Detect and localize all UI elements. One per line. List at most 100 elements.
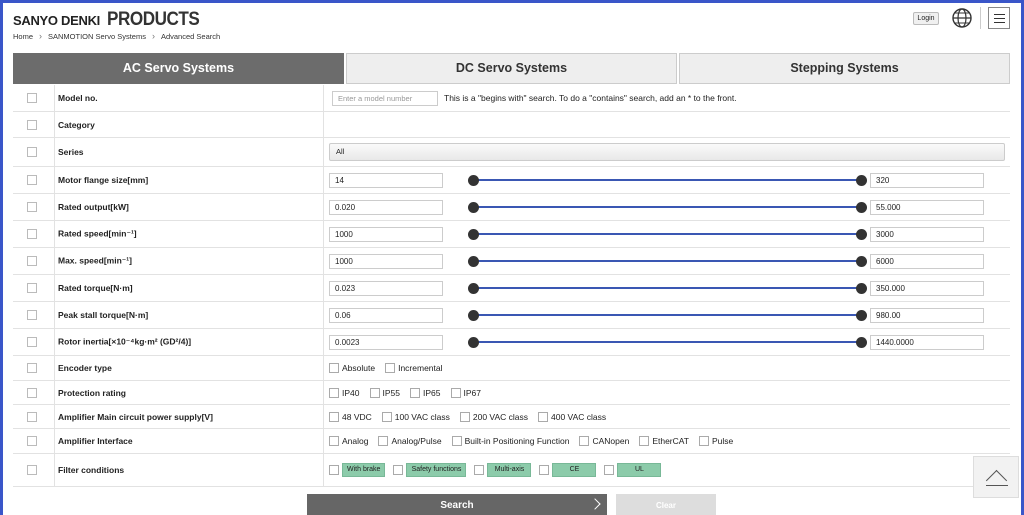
range-max-handle[interactable] (856, 228, 867, 240)
range-min-handle[interactable] (468, 174, 479, 186)
tab-stepping[interactable]: Stepping Systems (679, 53, 1010, 84)
row-checkbox[interactable] (27, 363, 37, 373)
option-interface[interactable]: Analog (329, 436, 368, 446)
option-interface[interactable]: CANopen (579, 436, 629, 446)
checkbox[interactable] (604, 465, 615, 475)
range-min-input[interactable]: 14 (329, 173, 443, 188)
range-min-handle[interactable] (468, 336, 479, 348)
filter-chip[interactable]: UL (617, 463, 662, 477)
checkbox[interactable] (539, 465, 550, 475)
tab-ac-servo[interactable]: AC Servo Systems (13, 53, 344, 84)
option-encoder[interactable]: Absolute (329, 363, 375, 373)
row-checkbox[interactable] (27, 175, 37, 185)
checkbox[interactable] (538, 411, 549, 422)
range-max-handle[interactable] (856, 255, 867, 267)
range-max-input[interactable]: 1440.0000 (870, 335, 984, 350)
option-power[interactable]: 48 VDC (329, 411, 372, 422)
checkbox[interactable] (410, 387, 420, 398)
logo[interactable]: SANYO DENKI PRODUCTS (13, 9, 210, 31)
range-max-handle[interactable] (856, 336, 867, 348)
globe-icon[interactable] (951, 7, 973, 29)
option-filter[interactable]: CE (539, 463, 597, 477)
range-min-input[interactable]: 0.020 (329, 200, 443, 215)
row-checkbox[interactable] (27, 93, 37, 103)
option-filter[interactable]: Multi-axis (474, 463, 532, 477)
range-min-input[interactable]: 0.023 (329, 281, 443, 296)
row-checkbox[interactable] (27, 310, 37, 320)
row-checkbox[interactable] (27, 147, 37, 157)
range-max-input[interactable]: 980.00 (870, 308, 984, 323)
option-interface[interactable]: Pulse (699, 436, 733, 446)
range-slider-track[interactable] (473, 179, 861, 181)
range-min-handle[interactable] (468, 228, 479, 240)
row-checkbox[interactable] (27, 337, 37, 347)
range-max-input[interactable]: 6000 (870, 254, 984, 269)
range-max-input[interactable]: 55.000 (870, 200, 984, 215)
breadcrumb-servo[interactable]: SANMOTION Servo Systems (48, 32, 146, 41)
range-min-input[interactable]: 1000 (329, 227, 443, 242)
option-protection[interactable]: IP65 (410, 387, 441, 398)
range-slider-track[interactable] (473, 206, 861, 208)
range-min-input[interactable]: 0.06 (329, 308, 443, 323)
checkbox[interactable] (378, 436, 389, 446)
range-slider-track[interactable] (473, 314, 861, 316)
checkbox[interactable] (450, 387, 461, 398)
scroll-top-button[interactable] (973, 456, 1019, 498)
checkbox[interactable] (329, 411, 339, 422)
option-protection[interactable]: IP55 (369, 387, 400, 398)
range-max-input[interactable]: 3000 (870, 227, 984, 242)
row-checkbox[interactable] (27, 119, 37, 130)
range-max-handle[interactable] (856, 309, 867, 321)
range-min-input[interactable]: 1000 (329, 254, 443, 269)
range-max-input[interactable]: 320 (870, 173, 984, 188)
tab-dc-servo[interactable]: DC Servo Systems (346, 53, 677, 84)
filter-chip[interactable]: CE (552, 463, 597, 477)
checkbox[interactable] (699, 436, 709, 446)
option-protection[interactable]: IP67 (450, 387, 481, 398)
range-slider-track[interactable] (473, 260, 861, 262)
checkbox[interactable] (474, 465, 485, 475)
checkbox[interactable] (451, 436, 462, 446)
checkbox[interactable] (459, 411, 470, 422)
option-power[interactable]: 100 VAC class (381, 411, 450, 422)
option-protection[interactable]: IP40 (329, 387, 360, 398)
row-checkbox[interactable] (27, 465, 37, 475)
option-filter[interactable]: UL (604, 463, 662, 477)
checkbox[interactable] (329, 363, 339, 373)
option-encoder[interactable]: Incremental (385, 363, 443, 373)
menu-button[interactable] (988, 7, 1010, 29)
range-min-handle[interactable] (468, 282, 479, 294)
login-button[interactable]: Login (913, 12, 939, 25)
row-checkbox[interactable] (27, 411, 37, 422)
checkbox[interactable] (381, 411, 392, 422)
range-min-handle[interactable] (468, 201, 479, 213)
checkbox[interactable] (369, 387, 380, 398)
checkbox[interactable] (639, 436, 650, 446)
row-checkbox[interactable] (27, 202, 37, 212)
checkbox[interactable] (579, 436, 590, 446)
checkbox[interactable] (329, 436, 339, 446)
model-number-input[interactable]: Enter a model number (332, 91, 438, 106)
row-checkbox[interactable] (27, 283, 37, 293)
range-max-handle[interactable] (856, 174, 867, 186)
range-min-handle[interactable] (468, 309, 479, 321)
search-button[interactable]: Search (307, 494, 607, 515)
option-interface[interactable]: Analog/Pulse (378, 436, 442, 446)
range-max-handle[interactable] (856, 282, 867, 294)
row-checkbox[interactable] (27, 256, 37, 266)
option-interface[interactable]: EtherCAT (639, 436, 689, 446)
filter-chip[interactable]: Safety functions (406, 463, 467, 477)
checkbox[interactable] (329, 465, 339, 475)
range-min-input[interactable]: 0.0023 (329, 335, 443, 350)
filter-chip[interactable]: With brake (342, 463, 386, 477)
option-power[interactable]: 200 VAC class (459, 411, 528, 422)
breadcrumb-home[interactable]: Home (13, 32, 33, 41)
filter-chip[interactable]: Multi-axis (487, 463, 532, 477)
range-max-handle[interactable] (856, 201, 867, 213)
range-slider-track[interactable] (473, 341, 861, 343)
row-checkbox[interactable] (27, 229, 37, 239)
row-checkbox[interactable] (27, 436, 37, 446)
checkbox[interactable] (329, 387, 339, 398)
option-power[interactable]: 400 VAC class (538, 411, 606, 422)
range-max-input[interactable]: 350.000 (870, 281, 984, 296)
